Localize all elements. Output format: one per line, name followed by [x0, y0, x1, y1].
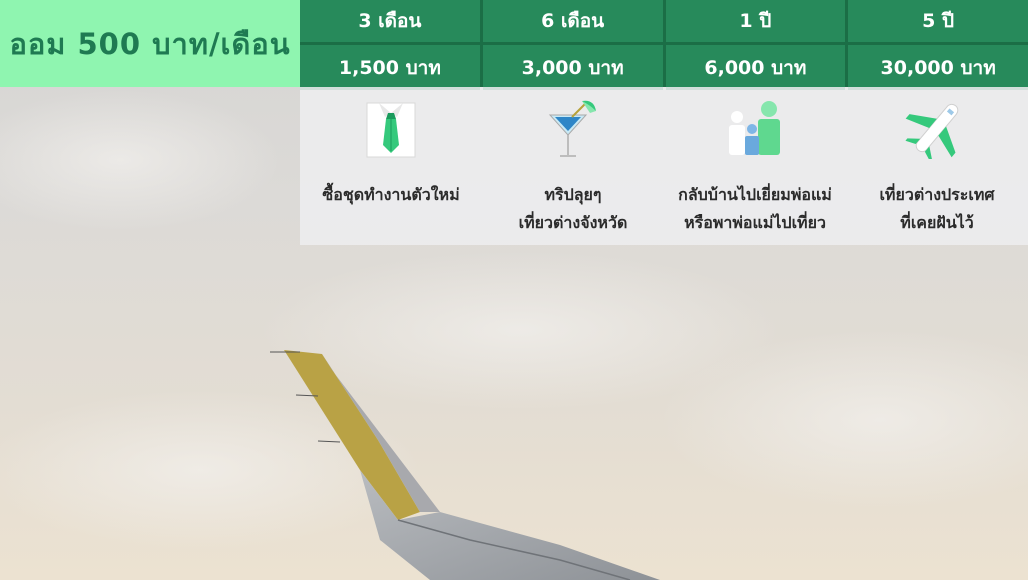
goal-column: ทริปลุยๆ เที่ยวต่างจังหวัด: [482, 87, 664, 245]
savings-table: 3 เดือน 6 เดือน 1 ปี 5 ปี 1,500 บาท 3,00…: [300, 0, 1028, 90]
cocktail-icon: [542, 97, 604, 159]
goal-description: กลับบ้านไปเยี่ยมพ่อแม่ หรือพาพ่อแม่ไปเที…: [678, 181, 832, 237]
goal-description-line: ที่เคยฝันไว้: [900, 213, 974, 232]
goal-column: เที่ยวต่างประเทศ ที่เคยฝันไว้: [846, 87, 1028, 245]
goal-description-line: กลับบ้านไปเยี่ยมพ่อแม่: [678, 185, 832, 204]
amount-cell: 30,000 บาท: [848, 45, 1028, 90]
duration-cell: 6 เดือน: [482, 0, 663, 42]
goal-description: ทริปลุยๆ เที่ยวต่างจังหวัด: [519, 181, 628, 237]
goals-panel: ซื้อชุดทำงานตัวใหม่ ทริปลุยๆ เที่ยวต่างจ…: [300, 87, 1028, 245]
duration-cell: 1 ปี: [665, 0, 846, 42]
goal-description-line: ซื้อชุดทำงานตัวใหม่: [322, 185, 460, 204]
amount-cell: 1,500 บาท: [300, 45, 480, 90]
amount-cell: 6,000 บาท: [665, 45, 846, 90]
goal-description-line: ทริปลุยๆ: [544, 185, 602, 204]
goal-description: ซื้อชุดทำงานตัวใหม่: [322, 181, 459, 209]
savings-amount-label: ออม 500 บาท/เดือน: [0, 0, 300, 87]
goal-description-line: เที่ยวต่างประเทศ: [879, 185, 995, 204]
goal-column: กลับบ้านไปเยี่ยมพ่อแม่ หรือพาพ่อแม่ไปเที…: [664, 87, 846, 245]
goal-description: เที่ยวต่างประเทศ ที่เคยฝันไว้: [879, 181, 994, 237]
goal-description-line: เที่ยวต่างจังหวัด: [518, 213, 628, 232]
amount-cell: 3,000 บาท: [482, 45, 663, 90]
shirt-tie-icon: [361, 97, 421, 159]
goal-description-line: หรือพาพ่อแม่ไปเที่ยว: [684, 213, 826, 232]
airplane-icon: [905, 97, 969, 159]
duration-cell: 3 เดือน: [300, 0, 480, 42]
family-icon: [724, 97, 786, 159]
duration-cell: 5 ปี: [848, 0, 1028, 42]
goal-column: ซื้อชุดทำงานตัวใหม่: [300, 87, 482, 245]
